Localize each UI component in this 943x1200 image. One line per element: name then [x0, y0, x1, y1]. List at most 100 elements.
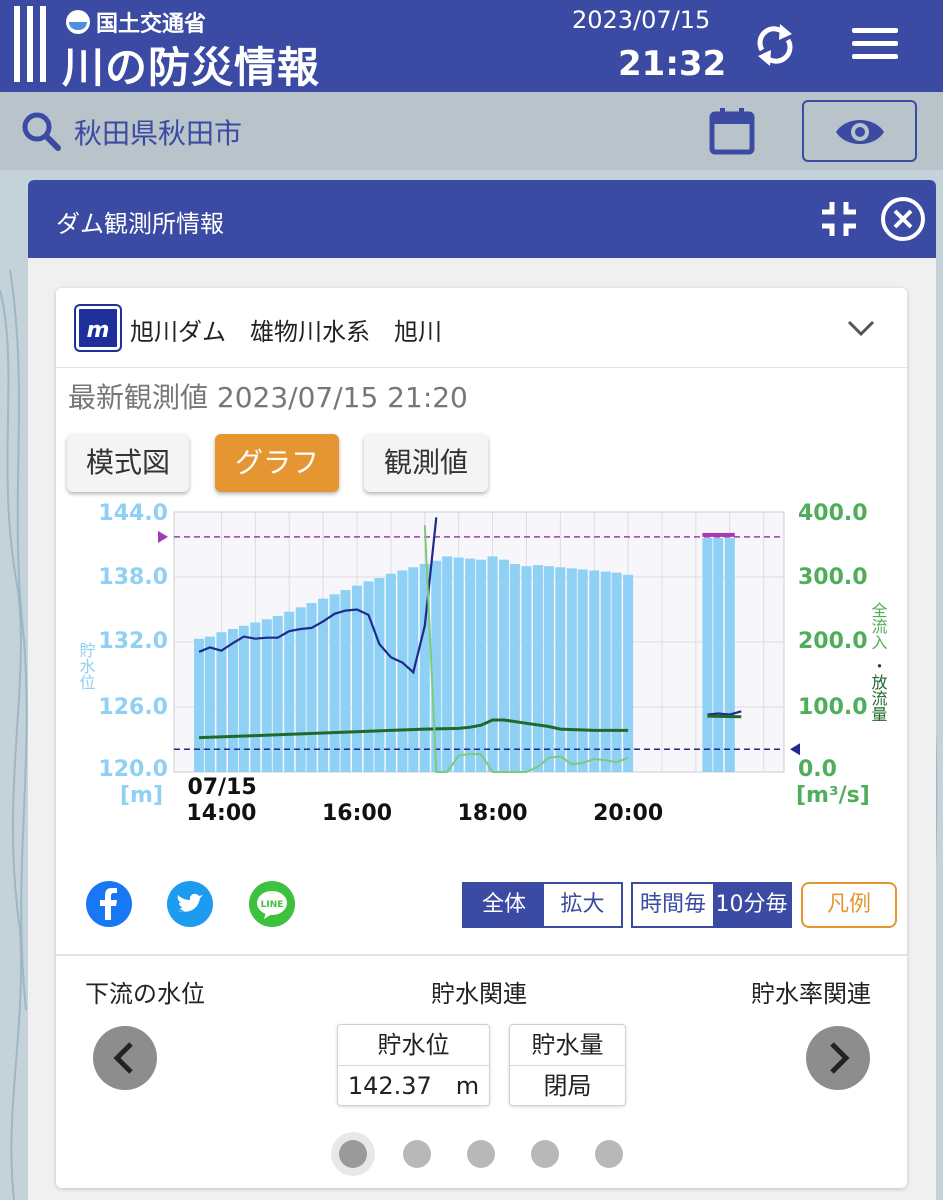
facebook-icon[interactable] — [85, 880, 133, 928]
brand-bars-logo — [14, 6, 48, 82]
location-text[interactable]: 秋田県秋田市 — [74, 112, 242, 152]
section-storage-rate[interactable]: 貯水率関連 — [751, 974, 871, 1009]
svg-text:LINE: LINE — [261, 900, 284, 910]
storage-bar — [238, 625, 249, 772]
right-tick-2: 200.0 — [798, 629, 868, 654]
lower-limit-marker — [790, 743, 800, 756]
calendar-icon[interactable] — [708, 106, 756, 156]
storage-bar — [442, 556, 453, 772]
left-tick-3: 126.0 — [98, 695, 168, 720]
storage-volume-box: 貯水量 閉局 — [509, 1024, 626, 1106]
page-dot-3[interactable] — [467, 1140, 495, 1168]
range-all-button[interactable]: 全体 — [464, 884, 544, 926]
storage-bar — [532, 565, 543, 772]
storage-bar — [724, 538, 735, 772]
storage-bar — [499, 559, 510, 772]
storage-bar — [329, 594, 340, 772]
line-icon[interactable]: LINE — [248, 880, 296, 928]
storage-bar — [216, 632, 227, 772]
upper-limit-marker — [158, 530, 168, 543]
right-tick-4: 0.0 — [798, 757, 837, 782]
section-downstream-level[interactable]: 下流の水位 — [85, 974, 205, 1009]
left-tick-4: 120.0 — [98, 757, 168, 782]
dam-info-panel: ダム観測所情報 m 旭川ダム 雄物川水系 旭川 最新観測値 2023/07/15… — [28, 180, 936, 1200]
storage-bar — [611, 572, 622, 772]
left-axis-label: 貯水位 — [77, 642, 96, 690]
chevron-right-icon — [830, 1042, 850, 1074]
storage-bar — [543, 566, 554, 772]
search-icon[interactable] — [20, 110, 62, 152]
storage-bar — [487, 556, 498, 772]
station-name: 旭川ダム 雄物川水系 旭川 — [130, 318, 442, 346]
page-dot-2[interactable] — [403, 1140, 431, 1168]
right-axis-label-inflow: 全流入 — [869, 602, 888, 650]
x-tick-time-1: 16:00 — [322, 801, 392, 826]
page-dot-1[interactable] — [339, 1140, 367, 1168]
upper-limit-segment — [702, 532, 735, 537]
storage-bar — [476, 559, 487, 772]
storage-bar — [431, 560, 442, 772]
storage-bar — [589, 570, 600, 772]
interval-toggle: 時間毎 10分毎 — [631, 882, 792, 928]
hamburger-menu-icon[interactable] — [852, 26, 898, 62]
left-tick-0: 144.0 — [98, 502, 168, 526]
left-tick-1: 138.0 — [98, 565, 168, 590]
page-dot-4[interactable] — [531, 1140, 559, 1168]
storage-level-label: 貯水位 — [377, 1031, 450, 1059]
storage-bar — [318, 598, 329, 772]
storage-bar — [340, 590, 351, 772]
storage-bar — [577, 569, 588, 772]
storage-bar — [284, 611, 295, 772]
station-card: m 旭川ダム 雄物川水系 旭川 最新観測値 2023/07/15 21:20 模… — [56, 288, 907, 1188]
chevron-down-icon[interactable] — [846, 316, 876, 340]
tab-observed-values[interactable]: 観測値 — [364, 434, 488, 492]
left-tick-2: 132.0 — [98, 629, 168, 654]
close-icon[interactable] — [880, 196, 926, 242]
refresh-icon[interactable] — [750, 20, 800, 70]
app-header: 国土交通省 川の防災情報 2023/07/15 21:32 — [0, 0, 943, 92]
tab-graph[interactable]: グラフ — [215, 434, 339, 492]
range-zoom-button[interactable]: 拡大 — [544, 884, 621, 926]
series-line-5 — [707, 714, 742, 719]
station-header[interactable]: m 旭川ダム 雄物川水系 旭川 — [56, 288, 907, 368]
header-date: 2023/07/15 — [572, 6, 711, 34]
storage-bar — [227, 629, 238, 772]
panel-body: m 旭川ダム 雄物川水系 旭川 最新観測値 2023/07/15 21:20 模… — [28, 258, 936, 1200]
page-dot-5[interactable] — [595, 1140, 623, 1168]
display-toggle-button[interactable] — [802, 100, 917, 162]
storage-volume-label: 貯水量 — [531, 1031, 604, 1059]
next-button[interactable] — [806, 1026, 870, 1090]
storage-bar — [397, 570, 408, 772]
left-unit: [m] — [120, 783, 163, 808]
twitter-icon[interactable] — [166, 880, 214, 928]
water-level-chart: 144.0 138.0 132.0 126.0 120.0 [m] 貯水位 40… — [56, 501, 907, 842]
storage-level-box: 貯水位 142.37 m — [337, 1024, 490, 1106]
storage-bar — [521, 566, 532, 772]
section-storage: 貯水関連 — [431, 980, 527, 1008]
prev-button[interactable] — [93, 1026, 157, 1090]
right-unit: [m³/s] — [796, 783, 870, 808]
storage-bar — [385, 573, 396, 772]
storage-bar — [194, 638, 205, 772]
storage-bar — [363, 581, 374, 772]
storage-level-value: 142.37 m — [338, 1065, 489, 1105]
storage-bar — [509, 564, 520, 772]
latest-observation: 最新観測値 2023/07/15 21:20 — [68, 381, 468, 414]
x-tick-time-3: 20:00 — [593, 801, 663, 826]
dam-logo-icon: m — [76, 306, 120, 350]
storage-bar — [600, 571, 611, 772]
header-time: 21:32 — [618, 44, 727, 84]
tab-schematic[interactable]: 模式図 — [67, 434, 189, 492]
right-axis-label-outflow: 放流量 — [869, 674, 888, 722]
interval-hourly-button[interactable]: 時間毎 — [633, 884, 713, 926]
chevron-left-icon — [113, 1042, 133, 1074]
ministry-logo-icon — [66, 10, 90, 34]
legend-button[interactable]: 凡例 — [801, 882, 897, 928]
storage-bar — [555, 567, 566, 772]
storage-bar — [374, 578, 385, 772]
right-tick-3: 100.0 — [798, 695, 868, 720]
interval-10min-button[interactable]: 10分毎 — [713, 884, 790, 926]
range-toggle: 全体 拡大 — [462, 882, 623, 928]
storage-bar — [204, 636, 215, 772]
shrink-icon[interactable] — [820, 200, 858, 238]
